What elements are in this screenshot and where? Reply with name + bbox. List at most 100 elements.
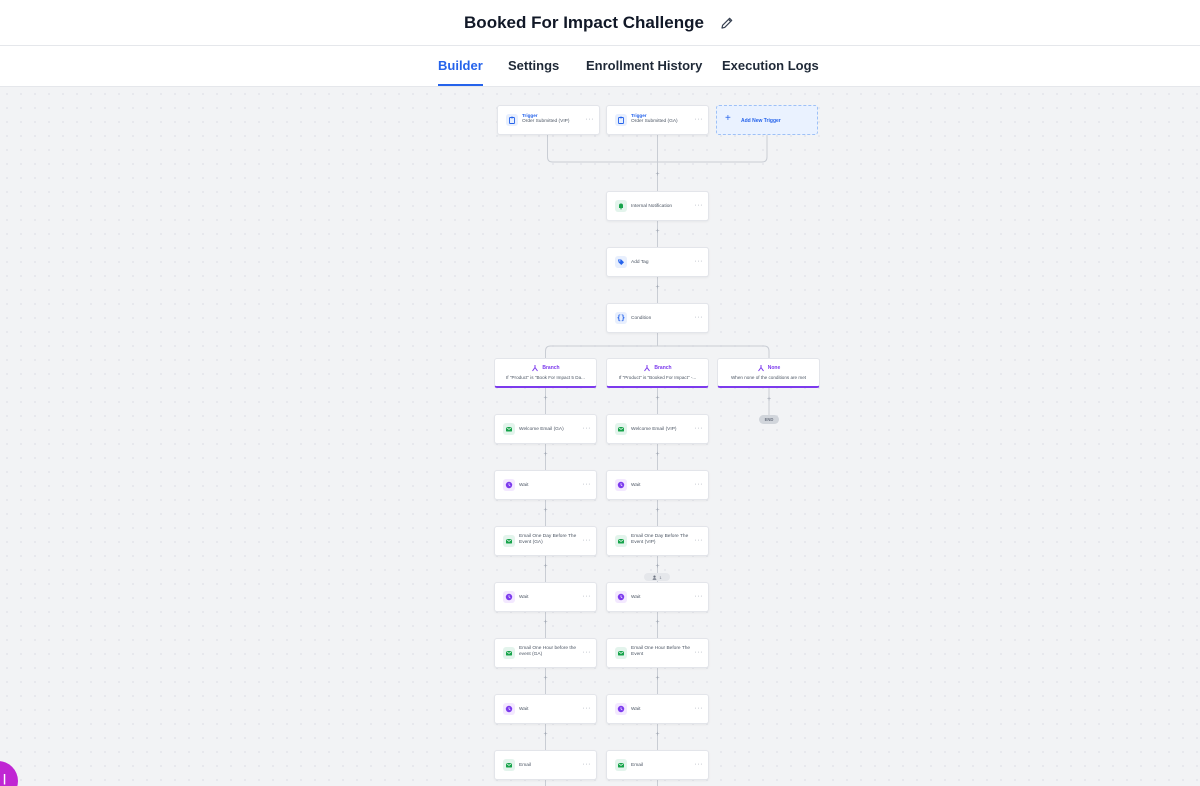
email-icon	[615, 535, 627, 547]
add-step-button[interactable]: +	[654, 563, 662, 571]
ellipsis-icon[interactable]: ···	[695, 705, 704, 712]
wait-node[interactable]: Wait ···	[494, 694, 597, 724]
add-step-button[interactable]: +	[654, 451, 662, 459]
node-label: Internal Notification	[631, 204, 673, 209]
ellipsis-icon[interactable]: ···	[583, 593, 592, 600]
email-node[interactable]: Email One Hour Before The Event ···	[606, 638, 709, 668]
node-label: Email One Hour before the event (GA)	[519, 646, 577, 657]
email-icon	[615, 647, 627, 659]
wait-node[interactable]: Wait ···	[606, 470, 709, 500]
add-step-button[interactable]: +	[542, 731, 550, 739]
tab-enrollment-history[interactable]: Enrollment History	[586, 58, 702, 73]
ellipsis-icon[interactable]: ···	[695, 649, 704, 656]
add-step-button[interactable]: +	[542, 619, 550, 627]
add-tag-node[interactable]: Add Tag ···	[606, 247, 709, 277]
branch-icon	[532, 365, 539, 372]
end-pill: END	[759, 415, 779, 424]
ellipsis-icon[interactable]: ···	[583, 649, 592, 656]
add-step-button[interactable]: +	[654, 619, 662, 627]
branch-card[interactable]: Branch If "Product" is "Booked For Impac…	[606, 358, 709, 388]
user-icon	[652, 575, 657, 580]
add-step-button[interactable]: +	[654, 675, 662, 683]
node-label: Email One Day Before The Event (GA)	[519, 534, 577, 545]
ellipsis-icon[interactable]: ···	[583, 761, 592, 768]
internal-notification-node[interactable]: Internal Notification ···	[606, 191, 709, 221]
node-label: Wait	[519, 483, 529, 488]
tab-builder[interactable]: Builder	[438, 58, 483, 86]
wait-node[interactable]: Wait ···	[494, 582, 597, 612]
add-step-button[interactable]: +	[542, 675, 550, 683]
ellipsis-icon[interactable]: ···	[695, 202, 704, 209]
ellipsis-icon[interactable]: ···	[695, 425, 704, 432]
ellipsis-icon[interactable]: ···	[583, 481, 592, 488]
ellipsis-icon[interactable]: ···	[695, 537, 704, 544]
trigger-card-vip[interactable]: Trigger Order Submitted (VIP) ···	[497, 105, 600, 135]
help-icon: |	[3, 773, 7, 785]
workflow-title: Booked For Impact Challenge	[464, 12, 704, 32]
trigger-card-ga[interactable]: Trigger Order Submitted (GA) ···	[606, 105, 709, 135]
email-node[interactable]: Email ···	[606, 750, 709, 780]
add-trigger-button[interactable]: + Add New Trigger	[716, 105, 818, 135]
ellipsis-icon[interactable]: ···	[583, 705, 592, 712]
tab-settings[interactable]: Settings	[508, 58, 559, 73]
node-label: Welcome Email (VIP)	[631, 427, 677, 432]
add-step-button[interactable]: +	[654, 171, 662, 179]
condition-node[interactable]: {} Condition ···	[606, 303, 709, 333]
tab-execution-logs[interactable]: Execution Logs	[722, 58, 819, 73]
email-icon	[503, 759, 515, 771]
edit-title-button[interactable]	[718, 14, 736, 32]
node-label: Add Tag	[631, 260, 649, 265]
branch-card[interactable]: Branch If "Product" is "Book For Impact …	[494, 358, 597, 388]
email-icon	[503, 535, 515, 547]
email-node[interactable]: Welcome Email (VIP) ···	[606, 414, 709, 444]
add-step-button[interactable]: +	[765, 396, 773, 404]
email-node[interactable]: Email One Day Before The Event (VIP) ···	[606, 526, 709, 556]
add-trigger-label: Add New Trigger	[741, 118, 781, 124]
ellipsis-icon[interactable]: ···	[695, 593, 704, 600]
node-label: Wait	[631, 707, 641, 712]
add-step-button[interactable]: +	[654, 507, 662, 515]
add-step-button[interactable]: +	[542, 451, 550, 459]
clock-icon	[503, 591, 515, 603]
ellipsis-icon[interactable]: ···	[583, 537, 592, 544]
branch-title: Branch	[654, 365, 672, 371]
add-step-button[interactable]: +	[542, 507, 550, 515]
email-node[interactable]: Email ···	[494, 750, 597, 780]
ellipsis-icon[interactable]: ···	[583, 425, 592, 432]
ellipsis-icon[interactable]: ···	[586, 116, 595, 123]
wait-node[interactable]: Wait ···	[606, 694, 709, 724]
node-label: Wait	[631, 483, 641, 488]
add-step-button[interactable]: +	[654, 228, 662, 236]
add-step-button[interactable]: +	[654, 395, 662, 403]
add-step-button[interactable]: +	[542, 395, 550, 403]
wait-node[interactable]: Wait ···	[494, 470, 597, 500]
branch-card-none[interactable]: None When none of the conditions are met	[717, 358, 820, 388]
ellipsis-icon[interactable]: ···	[695, 314, 704, 321]
branch-condition: If "Product" is "Book For Impact 5 Da...	[506, 375, 585, 380]
clock-icon	[503, 703, 515, 715]
add-step-button[interactable]: +	[542, 563, 550, 571]
email-node[interactable]: Welcome Email (GA) ···	[494, 414, 597, 444]
add-step-button[interactable]: +	[654, 284, 662, 292]
ellipsis-icon[interactable]: ···	[695, 761, 704, 768]
clock-icon	[503, 479, 515, 491]
email-node[interactable]: Email One Hour before the event (GA) ···	[494, 638, 597, 668]
node-label: Email One Hour Before The Event	[631, 646, 691, 657]
branch-icon	[644, 365, 651, 372]
wait-node[interactable]: Wait ···	[606, 582, 709, 612]
email-node[interactable]: Email One Day Before The Event (GA) ···	[494, 526, 597, 556]
trigger-label: Order Submitted (GA)	[631, 119, 678, 124]
workflow-header: Booked For Impact Challenge	[0, 0, 1200, 46]
plus-icon: +	[725, 113, 731, 124]
add-step-button[interactable]: +	[654, 731, 662, 739]
email-icon	[615, 759, 627, 771]
ellipsis-icon[interactable]: ···	[695, 116, 704, 123]
tab-bar: Builder Settings Enrollment History Exec…	[0, 46, 1200, 87]
workflow-canvas[interactable]: Trigger Order Submitted (VIP) ··· Trigge…	[0, 87, 1200, 786]
ellipsis-icon[interactable]: ···	[695, 258, 704, 265]
tag-icon	[615, 256, 627, 268]
node-label: Condition	[631, 316, 652, 321]
contacts-count-chip[interactable]: 1	[644, 573, 670, 581]
node-label: Wait	[519, 707, 529, 712]
ellipsis-icon[interactable]: ···	[695, 481, 704, 488]
